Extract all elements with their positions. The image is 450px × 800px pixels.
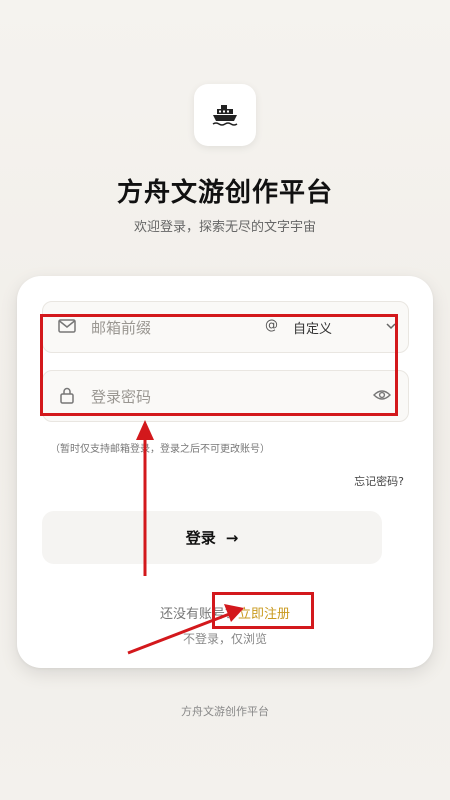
annotation-arrows — [127, 420, 244, 655]
annotation-arrow-diagonal-head — [224, 604, 244, 622]
annotation-arrow-diagonal — [127, 611, 233, 655]
annotation-arrow-up-head — [136, 420, 154, 440]
